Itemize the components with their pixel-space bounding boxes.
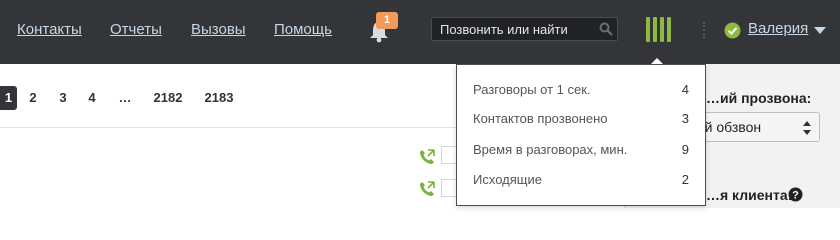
page-link-2[interactable]: 2 (25, 86, 41, 110)
svg-text:?: ? (792, 190, 799, 202)
nav-calls-link[interactable]: Вызовы (191, 21, 246, 38)
stats-bars-icon[interactable] (646, 17, 672, 42)
dial-mode-label: …ий прозвона: (706, 90, 812, 106)
nav-reports-link[interactable]: Отчеты (110, 21, 162, 38)
nav-contacts-link[interactable]: Контакты (17, 21, 82, 38)
stat-value: 9 (681, 142, 689, 157)
select-arrows-icon (803, 121, 811, 135)
stat-label: Время в разговорах, мин. (473, 142, 628, 157)
search-icon (599, 22, 613, 36)
phone-icon[interactable] (419, 181, 435, 197)
phone-icon[interactable] (419, 149, 435, 165)
search-input[interactable]: Позвонить или найти (431, 17, 618, 41)
call-stats-popup: Разговоры от 1 сек. 4 Контактов прозвоне… (456, 64, 706, 206)
row-checkbox[interactable] (441, 146, 457, 164)
topbar-divider (703, 22, 707, 38)
status-ok-icon (724, 22, 741, 39)
page-link-1[interactable]: 1 (0, 86, 17, 110)
stat-row: Исходящие 2 (473, 172, 689, 192)
page-ellipsis: … (118, 90, 132, 105)
stat-label: Разговоры от 1 сек. (473, 82, 591, 97)
stat-value: 4 (681, 82, 689, 97)
row-checkbox[interactable] (441, 179, 457, 197)
help-icon[interactable]: ? (788, 187, 803, 202)
stat-value: 2 (681, 172, 689, 187)
search-placeholder: Позвонить или найти (440, 22, 568, 37)
notification-count-badge: 1 (376, 12, 398, 29)
nav-help-link[interactable]: Помощь (274, 21, 332, 38)
client-label: …я клиента: (706, 187, 793, 203)
page-link-2182[interactable]: 2182 (150, 86, 186, 110)
stat-label: Исходящие (473, 172, 542, 187)
stat-label: Контактов прозвонено (473, 111, 608, 126)
stat-row: Контактов прозвонено 3 (473, 111, 689, 131)
stat-row: Время в разговорах, мин. 9 (473, 142, 689, 162)
page-link-3[interactable]: 3 (55, 86, 71, 110)
page-link-2183[interactable]: 2183 (201, 86, 237, 110)
stat-row: Разговоры от 1 сек. 4 (473, 82, 689, 102)
chevron-down-icon (814, 27, 826, 34)
user-name: Валерия (748, 20, 809, 37)
stat-value: 3 (681, 111, 689, 126)
top-navigation-bar: Контакты Отчеты Вызовы Помощь 1 Позвонит… (0, 0, 840, 64)
page-link-4[interactable]: 4 (84, 86, 100, 110)
